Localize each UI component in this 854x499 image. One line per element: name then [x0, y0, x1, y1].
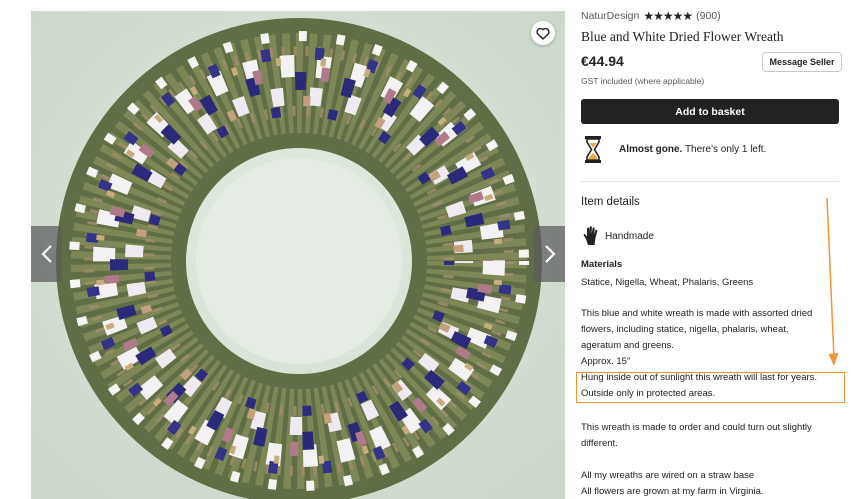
- description-paragraph: All my wreaths are wired on a straw base…: [581, 468, 764, 499]
- handmade-label: Handmade: [605, 230, 654, 242]
- next-image-button[interactable]: [534, 226, 565, 282]
- chevron-left-icon: [40, 245, 52, 263]
- tax-note: GST included (where applicable): [581, 76, 705, 86]
- favorite-button[interactable]: [531, 21, 555, 45]
- description-line: This wreath is made to order and could t…: [581, 422, 812, 433]
- listing-title: Blue and White Dried Flower Wreath: [581, 29, 784, 44]
- hourglass-icon: [585, 136, 601, 163]
- shop-name-link[interactable]: NaturDesign: [581, 10, 639, 22]
- description-line: ageratum and greens.: [581, 340, 674, 351]
- stock-text: There's only 1 left.: [682, 144, 767, 155]
- description-paragraph: This wreath is made to order and could t…: [581, 420, 812, 452]
- add-to-basket-button[interactable]: Add to basket: [581, 99, 839, 124]
- chevron-right-icon: [544, 245, 556, 263]
- review-count[interactable]: (900): [696, 10, 721, 22]
- materials-list: Statice, Nigella, Wheat, Phalaris, Green…: [581, 277, 754, 288]
- wreath-photo: [31, 11, 565, 499]
- rating-stars: ★★★★★: [643, 9, 693, 23]
- annotation-highlight-box: [576, 372, 845, 403]
- message-seller-button[interactable]: Message Seller: [762, 52, 842, 72]
- description-line: different.: [581, 438, 618, 449]
- hand-icon: [583, 226, 598, 245]
- materials-heading: Materials: [581, 259, 623, 270]
- description-line: flowers, including statice, nigella, pha…: [581, 324, 789, 335]
- heart-icon: [536, 27, 550, 40]
- divider: [581, 181, 839, 182]
- description-line: Approx. 15": [581, 356, 631, 367]
- previous-image-button[interactable]: [31, 226, 62, 282]
- product-image-gallery[interactable]: [31, 11, 565, 499]
- item-details-heading[interactable]: Item details: [581, 196, 640, 208]
- description-line: All my wreaths are wired on a straw base: [581, 470, 755, 481]
- description-paragraph: This blue and white wreath is made with …: [581, 306, 812, 370]
- shop-info-row: NaturDesign ★★★★★ (900): [581, 9, 721, 23]
- annotation-arrow: [826, 198, 839, 366]
- stock-bold-text: Almost gone.: [619, 144, 683, 155]
- price: €44.94: [581, 53, 624, 69]
- handmade-badge: Handmade: [583, 226, 654, 246]
- description-line: All flowers are grown at my farm in Virg…: [581, 486, 764, 497]
- stock-notice: Almost gone. There's only 1 left.: [585, 136, 766, 163]
- description-line: This blue and white wreath is made with …: [581, 308, 813, 319]
